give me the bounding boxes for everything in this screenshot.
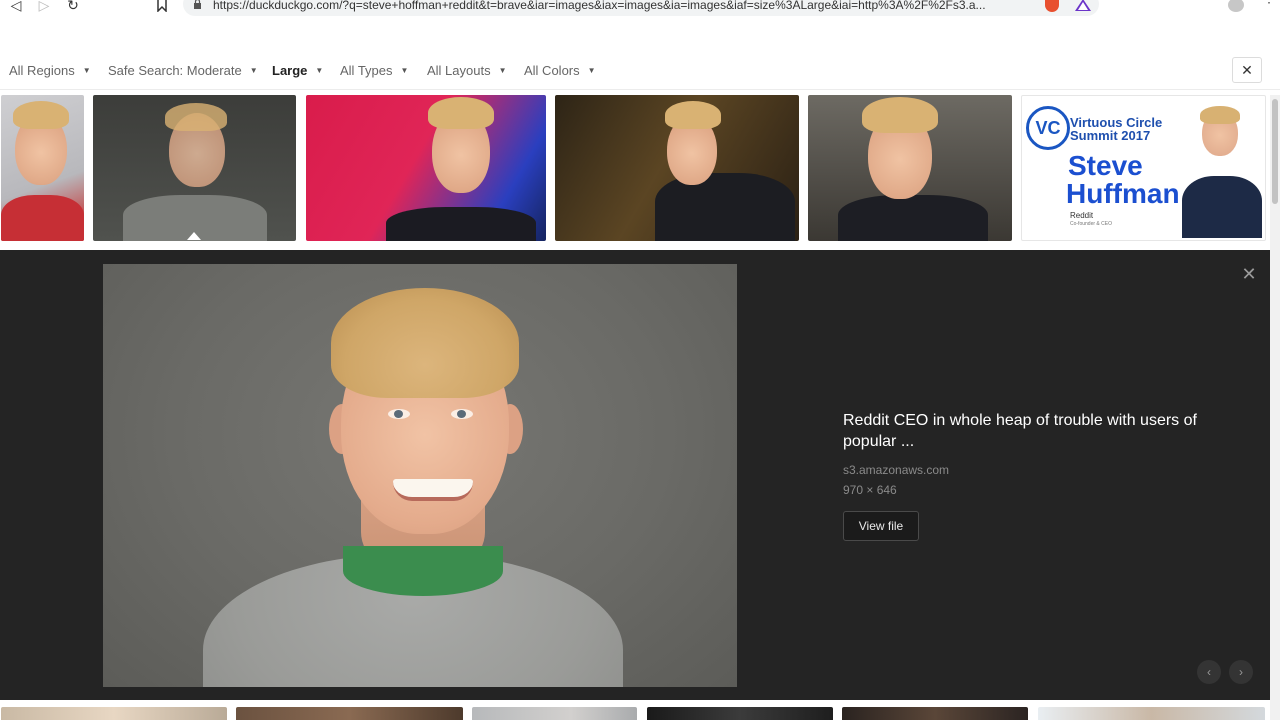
back-icon[interactable]: ◁ [6,0,26,14]
caret-down-icon: ▼ [249,66,258,75]
filter-size-label: Large [272,63,308,78]
image-thumbnail[interactable] [1,707,227,720]
caret-down-icon: ▼ [498,66,507,75]
bookmark-icon[interactable] [152,0,172,14]
caret-down-icon: ▼ [400,66,409,75]
thumbnail-hair [862,97,938,133]
thumbnail-suit [655,173,795,241]
vc-logo: VC [1026,106,1070,150]
image-source[interactable]: s3.amazonaws.com [843,463,949,477]
photo-collar [343,546,503,596]
caret-down-icon: ▼ [315,66,324,75]
image-filter-bar: All Regions ▼ Safe Search: Moderate ▼ Larg… [0,50,1280,90]
previous-image-button[interactable]: ‹ [1197,660,1221,684]
thumbnail-hair [428,97,494,129]
filter-colors[interactable]: All Colors ▼ [524,63,596,78]
thumbnail-hair [665,101,721,129]
vc-name-last: Huffman [1066,178,1180,209]
filter-colors-label: All Colors [524,63,580,78]
image-title-link[interactable]: Reddit CEO in whole heap of trouble with… [843,410,1213,452]
caret-down-icon: ▼ [82,66,91,75]
address-bar[interactable]: https://duckduckgo.com/?q=steve+hoffman+… [183,0,1099,16]
image-thumbnail[interactable] [842,707,1028,720]
thumbnail-shirt [1,195,84,241]
image-thumbnail[interactable] [1,95,84,241]
image-thumbnail[interactable] [647,707,833,720]
selected-indicator-icon [187,232,201,240]
image-thumbnail-vc-summit[interactable]: VC Virtuous Circle Summit 2017 Steve Huf… [1021,95,1266,241]
vc-photo-hair [1200,106,1240,124]
image-thumbnail-selected[interactable] [93,95,296,241]
filter-safe-search-label: Safe Search: Moderate [108,63,242,78]
image-thumbnail[interactable] [808,95,1012,241]
image-thumbnail[interactable] [1038,707,1265,720]
forward-icon[interactable]: ▷ [34,0,54,14]
url-text[interactable]: https://duckduckgo.com/?q=steve+hoffman+… [213,0,1033,12]
vc-role: Co-founder & CEO [1070,221,1112,227]
image-thumbnail[interactable] [236,707,463,720]
thumbnail-hair [165,103,227,131]
brave-rewards-icon[interactable] [1075,0,1091,11]
thumbnail-suit [838,195,988,241]
image-thumbnail-strip: VC Virtuous Circle Summit 2017 Steve Huf… [0,95,1280,243]
filter-regions-label: All Regions [9,63,75,78]
image-thumbnail[interactable] [472,707,637,720]
close-filters-button[interactable]: ✕ [1232,57,1262,83]
photo-eye [388,409,410,419]
image-thumbnail[interactable] [306,95,546,241]
menu-icon[interactable]: ⋮ [1262,0,1276,12]
filter-safe-search[interactable]: Safe Search: Moderate ▼ [108,63,258,78]
photo-eye [451,409,473,419]
photo-hair [331,288,519,398]
image-detail-panel: ✕ Reddit CEO in whole heap of trouble wi… [0,250,1270,700]
filter-regions[interactable]: All Regions ▼ [9,63,91,78]
main-image-preview[interactable] [103,264,737,687]
image-results-row [0,707,1270,720]
filter-layouts-label: All Layouts [427,63,491,78]
filter-layouts[interactable]: All Layouts ▼ [427,63,507,78]
vc-photo-suit [1182,176,1262,238]
filter-size[interactable]: Large ▼ [272,63,323,78]
browser-toolbar: ◁ ▷ ↻ https://duckduckgo.com/?q=steve+ho… [0,0,1280,22]
page-scrollbar[interactable] [1270,95,1280,720]
next-image-button[interactable]: › [1229,660,1253,684]
reload-icon[interactable]: ↻ [63,0,83,14]
vc-company: Reddit [1070,211,1094,220]
photo-smile [393,479,473,501]
view-file-button[interactable]: View file [843,511,919,541]
image-thumbnail[interactable] [555,95,799,241]
vc-summit-title: Virtuous Circle Summit 2017 [1070,115,1163,143]
caret-down-icon: ▼ [587,66,596,75]
profile-icon[interactable] [1228,0,1244,12]
image-dimensions: 970 × 646 [843,483,897,497]
scrollbar-thumb[interactable] [1272,99,1278,204]
lock-icon [193,0,202,12]
thumbnail-shirt [386,207,536,241]
thumbnail-hair [13,101,69,129]
filter-types-label: All Types [340,63,393,78]
filter-types[interactable]: All Types ▼ [340,63,408,78]
close-detail-icon[interactable]: ✕ [1240,265,1258,283]
